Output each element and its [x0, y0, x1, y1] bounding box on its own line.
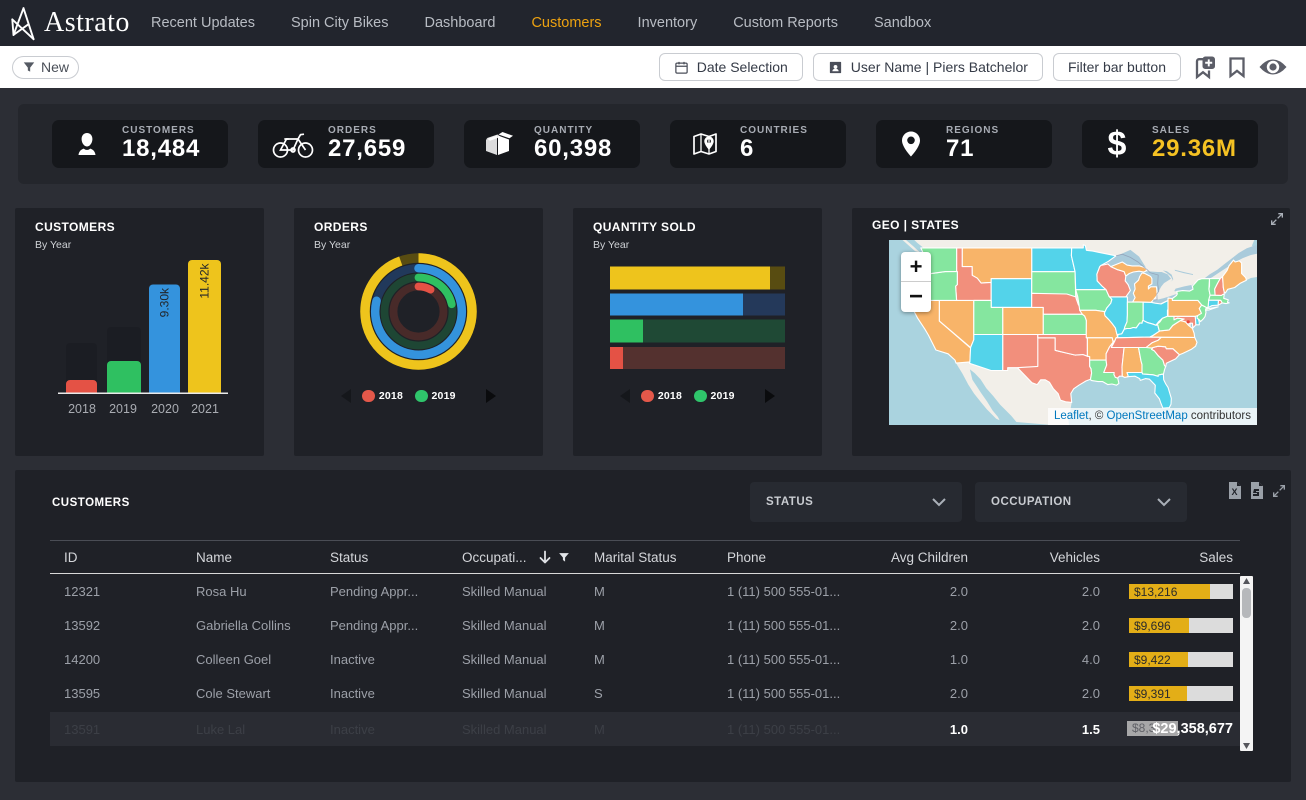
svg-text:11.42k: 11.42k — [198, 263, 212, 299]
svg-text:$: $ — [1108, 125, 1127, 163]
svg-text:2019: 2019 — [109, 402, 137, 416]
svg-text:2020: 2020 — [151, 402, 179, 416]
svg-text:2018: 2018 — [68, 402, 96, 416]
svg-text:9.30k: 9.30k — [158, 287, 172, 317]
svg-text:2021: 2021 — [191, 402, 219, 416]
svg-text:X: X — [1231, 487, 1237, 497]
